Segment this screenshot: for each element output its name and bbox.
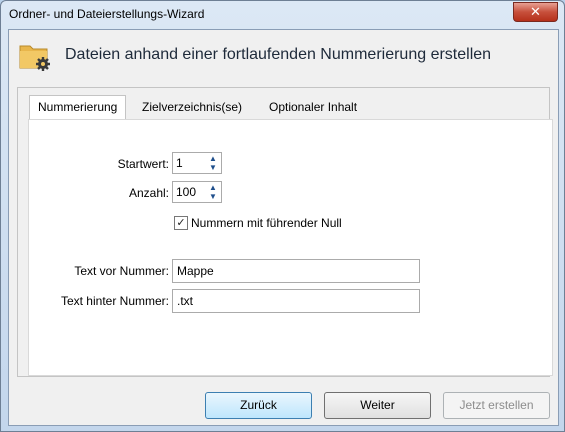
page-title: Dateien anhand einer fortlaufenden Numme… [65, 46, 492, 63]
leading-zero-label[interactable]: Nummern mit führender Null [191, 216, 342, 230]
tab-nummerierung[interactable]: Nummerierung [29, 95, 127, 121]
leading-zero-checkbox[interactable]: ✓ [174, 216, 188, 230]
anzahl-value: 100 [176, 185, 197, 199]
startwert-label: Startwert: [117, 157, 169, 171]
wizard-window: Ordner- und Dateierstellungs-Wizard ✕ Da… [0, 0, 565, 432]
tab-control: Nummerierung Zielverzeichnis(se) Optiona… [17, 87, 553, 377]
startwert-value: 1 [176, 156, 183, 170]
title-bar[interactable]: Ordner- und Dateierstellungs-Wizard ✕ [1, 1, 564, 27]
text-hinter-input[interactable]: .txt [172, 289, 420, 313]
anzahl-label: Anzahl: [128, 186, 169, 200]
client-area: Dateien anhand einer fortlaufenden Numme… [8, 29, 559, 426]
text-vor-input[interactable]: Mappe [172, 259, 420, 283]
text-vor-value: Mappe [177, 264, 214, 278]
startwert-stepper[interactable]: 1 ▲ ▼ [172, 152, 222, 174]
text-hinter-value: .txt [177, 294, 194, 308]
tab-panel-nummerierung: Startwert: 1 ▲ ▼ Anzahl: 100 ▲ ▼ ✓ Numme… [28, 119, 553, 376]
tab-optionaler-inhalt[interactable]: Optionaler Inhalt [261, 96, 365, 118]
increment-icon[interactable]: ▲ [207, 154, 219, 163]
text-hinter-label: Text hinter Nummer: [60, 294, 169, 308]
text-vor-label: Text vor Nummer: [74, 264, 169, 278]
close-button[interactable]: ✕ [513, 2, 558, 22]
wizard-header: Dateien anhand einer fortlaufenden Numme… [9, 30, 558, 84]
create-now-button[interactable]: Jetzt erstellen [443, 392, 550, 419]
folder-gear-icon [19, 45, 50, 71]
tab-zielverzeichnisse[interactable]: Zielverzeichnis(se) [134, 96, 250, 118]
decrement-icon[interactable]: ▼ [207, 163, 219, 172]
window-title: Ordner- und Dateierstellungs-Wizard [9, 7, 205, 21]
increment-icon[interactable]: ▲ [207, 183, 219, 192]
anzahl-stepper[interactable]: 100 ▲ ▼ [172, 181, 222, 203]
back-button[interactable]: Zurück [205, 392, 312, 419]
next-button[interactable]: Weiter [324, 392, 431, 419]
decrement-icon[interactable]: ▼ [207, 192, 219, 201]
